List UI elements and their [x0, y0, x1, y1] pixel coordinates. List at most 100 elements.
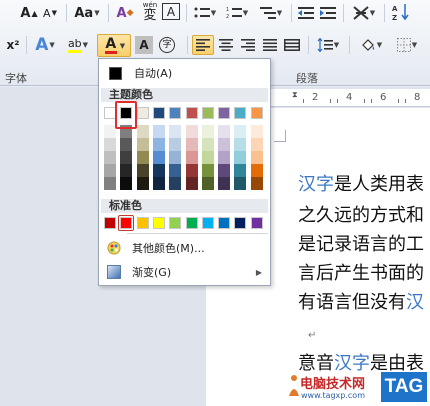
- theme-tint-swatch[interactable]: [169, 177, 182, 190]
- phonetic-guide-button[interactable]: wén 変: [138, 1, 162, 23]
- theme-tint-swatch[interactable]: [152, 125, 165, 138]
- theme-tint-swatch[interactable]: [104, 151, 116, 164]
- justify-button[interactable]: [260, 35, 280, 55]
- theme-tint-swatch[interactable]: [120, 164, 133, 177]
- standard-color-swatch[interactable]: [250, 217, 263, 229]
- distributed-button[interactable]: [282, 35, 302, 55]
- theme-tint-swatch[interactable]: [169, 138, 182, 151]
- standard-color-swatch[interactable]: [104, 217, 116, 229]
- more-colors-item[interactable]: 其他颜色(M)...: [101, 237, 268, 259]
- theme-tint-swatch[interactable]: [136, 164, 149, 177]
- theme-tint-swatch[interactable]: [201, 151, 214, 164]
- theme-tint-swatch[interactable]: [250, 125, 263, 138]
- theme-tint-swatch[interactable]: [218, 125, 231, 138]
- indent-marker-icon[interactable]: ⧗: [292, 90, 298, 100]
- theme-color-swatch[interactable]: [136, 107, 149, 119]
- theme-tint-swatch[interactable]: [201, 125, 214, 138]
- standard-color-swatch[interactable]: [136, 217, 149, 229]
- theme-tint-swatch[interactable]: [136, 125, 149, 138]
- align-center-button[interactable]: [216, 35, 236, 55]
- document-text-line[interactable]: 有语言但没有汉: [298, 288, 424, 314]
- theme-tint-swatch[interactable]: [152, 151, 165, 164]
- theme-tint-swatch[interactable]: [234, 125, 247, 138]
- theme-tint-swatch[interactable]: [250, 177, 263, 190]
- align-left-button[interactable]: [192, 35, 214, 55]
- theme-tint-swatch[interactable]: [201, 177, 214, 190]
- theme-tint-swatch[interactable]: [136, 138, 149, 151]
- theme-color-swatch[interactable]: [152, 107, 165, 119]
- theme-tint-swatch[interactable]: [152, 177, 165, 190]
- theme-tint-swatch[interactable]: [185, 164, 198, 177]
- decrease-indent-button[interactable]: [296, 3, 316, 23]
- document-text-line[interactable]: 言后产生书面的: [298, 259, 424, 285]
- theme-tint-swatch[interactable]: [234, 138, 247, 151]
- standard-color-swatch[interactable]: [201, 217, 214, 229]
- theme-tint-swatch[interactable]: [218, 164, 231, 177]
- standard-color-swatch[interactable]: [218, 217, 231, 229]
- theme-tint-swatch[interactable]: [185, 177, 198, 190]
- theme-tint-swatch[interactable]: [201, 138, 214, 151]
- automatic-color-item[interactable]: 自动(A): [101, 62, 268, 84]
- standard-color-swatch[interactable]: [169, 217, 182, 229]
- theme-tint-swatch[interactable]: [250, 151, 263, 164]
- hanzi-link[interactable]: 汉: [406, 292, 424, 313]
- standard-color-swatch[interactable]: [234, 217, 247, 229]
- theme-tint-swatch[interactable]: [234, 177, 247, 190]
- theme-color-swatch[interactable]: [169, 107, 182, 119]
- align-right-button[interactable]: [238, 35, 258, 55]
- theme-tint-swatch[interactable]: [185, 151, 198, 164]
- theme-tint-swatch[interactable]: [120, 138, 133, 151]
- document-text-line[interactable]: 汉字是人类用表: [298, 170, 424, 196]
- document-text-line[interactable]: 之久远的方式和: [298, 201, 424, 227]
- theme-tint-swatch[interactable]: [250, 138, 263, 151]
- horizontal-ruler[interactable]: ⧗ 2 4 6 8: [268, 89, 430, 107]
- document-text-line[interactable]: 是记录语言的工: [298, 230, 424, 256]
- theme-tint-swatch[interactable]: [185, 125, 198, 138]
- theme-tint-swatch[interactable]: [136, 151, 149, 164]
- theme-tint-swatch[interactable]: [185, 138, 198, 151]
- gradient-item[interactable]: 渐变(G) ▶: [101, 261, 268, 283]
- theme-tint-swatch[interactable]: [104, 125, 116, 138]
- theme-tint-swatch[interactable]: [136, 177, 149, 190]
- theme-tint-swatch[interactable]: [120, 151, 133, 164]
- grow-font-button[interactable]: A ▲: [18, 3, 40, 23]
- shading-button[interactable]: ▼: [356, 35, 386, 55]
- shrink-font-button[interactable]: A ▼: [40, 3, 60, 23]
- theme-tint-swatch[interactable]: [152, 138, 165, 151]
- superscript-button[interactable]: x²: [2, 35, 24, 55]
- theme-color-swatch[interactable]: [201, 107, 214, 119]
- theme-tint-swatch[interactable]: [169, 151, 182, 164]
- enclosed-character-button[interactable]: 字: [157, 35, 177, 55]
- theme-tint-swatch[interactable]: [234, 151, 247, 164]
- theme-color-swatch[interactable]: [185, 107, 198, 119]
- multilevel-list-button[interactable]: ▼: [256, 3, 286, 23]
- theme-color-swatch[interactable]: [104, 107, 116, 119]
- line-spacing-button[interactable]: ▼: [313, 35, 343, 55]
- numbering-button[interactable]: 12 ▼: [222, 3, 252, 23]
- bullets-button[interactable]: ▼: [190, 3, 220, 23]
- clear-format-button[interactable]: A ◆: [114, 3, 136, 23]
- standard-color-swatch[interactable]: [185, 217, 198, 229]
- theme-color-swatch[interactable]: [234, 107, 247, 119]
- theme-tint-swatch[interactable]: [104, 164, 116, 177]
- theme-tint-swatch[interactable]: [120, 177, 133, 190]
- borders-button[interactable]: ▼: [392, 35, 422, 55]
- hanzi-link[interactable]: 汉字: [298, 174, 334, 195]
- theme-tint-swatch[interactable]: [218, 177, 231, 190]
- sort-button[interactable]: AZ: [390, 2, 412, 22]
- chinese-layout-button[interactable]: ▼: [349, 3, 379, 23]
- theme-tint-swatch[interactable]: [169, 125, 182, 138]
- theme-color-swatch[interactable]: [250, 107, 263, 119]
- character-border-button[interactable]: A: [162, 3, 180, 20]
- theme-color-swatch[interactable]: [218, 107, 231, 119]
- theme-tint-swatch[interactable]: [218, 138, 231, 151]
- text-effect-button[interactable]: A ▼: [30, 35, 60, 55]
- change-case-button[interactable]: Aa ▼: [72, 3, 102, 23]
- theme-tint-swatch[interactable]: [250, 164, 263, 177]
- theme-tint-swatch[interactable]: [104, 177, 116, 190]
- theme-tint-swatch[interactable]: [104, 138, 116, 151]
- font-color-button[interactable]: A ▼: [97, 34, 131, 57]
- highlight-button[interactable]: ab ▼: [62, 35, 94, 55]
- character-shading-button[interactable]: A: [135, 36, 153, 54]
- theme-tint-swatch[interactable]: [152, 164, 165, 177]
